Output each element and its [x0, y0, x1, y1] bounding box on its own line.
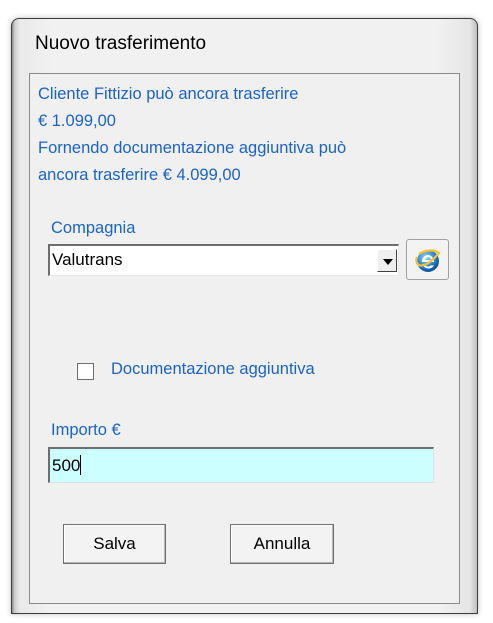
- internet-explorer-icon: [415, 249, 441, 272]
- company-label: Compagnia: [51, 219, 136, 237]
- open-website-button[interactable]: [406, 239, 449, 280]
- text-caret: [80, 455, 82, 475]
- dropdown-arrow-button[interactable]: [377, 249, 397, 272]
- amount-input[interactable]: 500: [48, 447, 434, 483]
- dialog-client-area: Cliente Fittizio può ancora trasferire €…: [29, 73, 460, 604]
- extra-documentation-checkbox[interactable]: [77, 363, 94, 380]
- dialog-window: Nuovo trasferimento Cliente Fittizio può…: [11, 18, 478, 614]
- info-line-4: ancora trasferire € 4.099,00: [38, 166, 241, 184]
- window-title: Nuovo trasferimento: [35, 33, 207, 54]
- amount-value: 500: [52, 456, 81, 475]
- company-select[interactable]: Valutrans: [48, 244, 399, 276]
- info-line-3: Fornendo documentazione aggiuntiva può: [38, 139, 347, 157]
- save-button[interactable]: Salva: [63, 524, 166, 564]
- extra-documentation-label[interactable]: Documentazione aggiuntiva: [111, 360, 315, 379]
- company-selected-value: Valutrans: [52, 250, 123, 269]
- info-line-2: € 1.099,00: [38, 112, 116, 130]
- cancel-button[interactable]: Annulla: [230, 524, 334, 564]
- info-line-1: Cliente Fittizio può ancora trasferire: [38, 85, 299, 103]
- transfer-info: Cliente Fittizio può ancora trasferire €…: [38, 81, 458, 189]
- amount-label: Importo €: [51, 421, 121, 439]
